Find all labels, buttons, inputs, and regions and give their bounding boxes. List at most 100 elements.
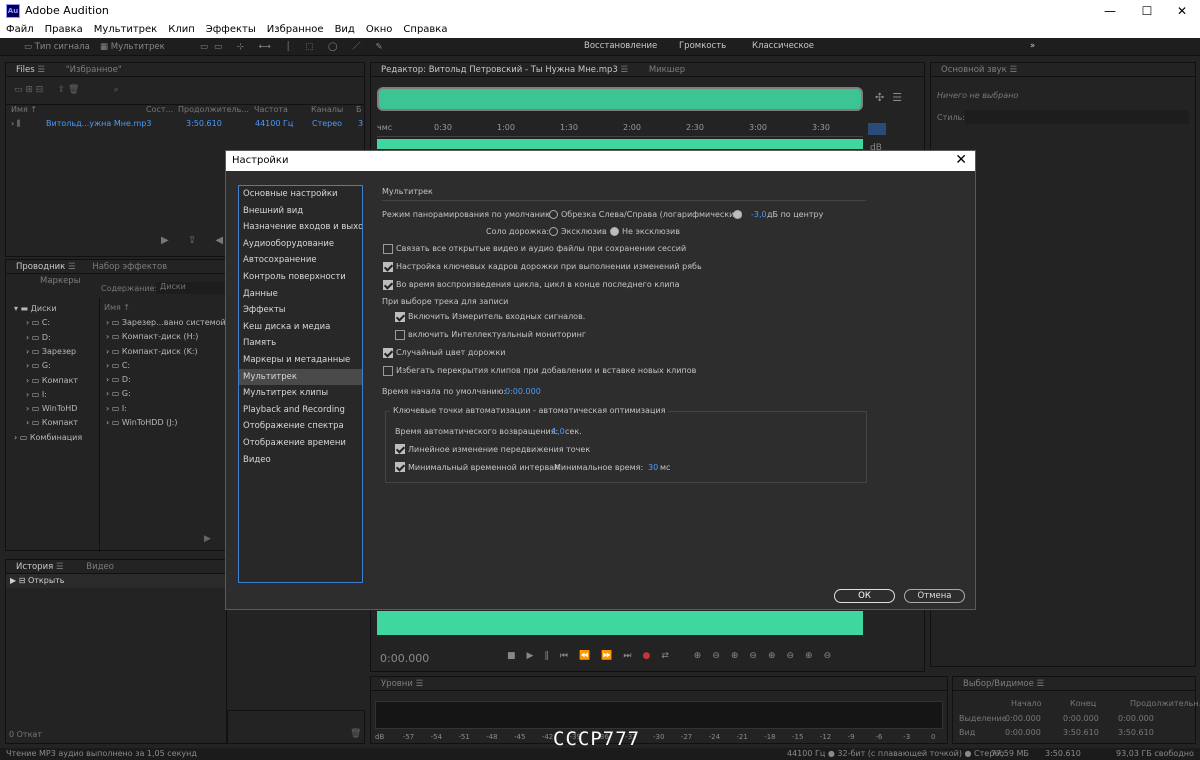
- col-status[interactable]: Сост...: [146, 105, 173, 114]
- menu-item[interactable]: Справка: [397, 22, 452, 38]
- pan-center-radio[interactable]: [733, 210, 742, 219]
- levels-title[interactable]: Уровни: [381, 679, 413, 689]
- list-item[interactable]: › ▭ I:: [102, 402, 228, 416]
- menu-item[interactable]: Клип: [162, 22, 200, 38]
- zoom-icons[interactable]: ✣☰: [875, 91, 910, 104]
- tab-video[interactable]: Видео: [86, 562, 114, 572]
- more-workspaces-icon[interactable]: »: [1030, 41, 1035, 51]
- minimize-button[interactable]: —: [1092, 0, 1128, 22]
- tool-icons[interactable]: ▭▭ ⊹ ⟷ │ ⬚ ◯ ／ ✎: [200, 40, 389, 54]
- workspace-classic[interactable]: Классическое: [752, 41, 814, 51]
- tree-item[interactable]: › ▭ G:: [26, 361, 51, 370]
- linear-edit-checkbox[interactable]: [395, 444, 405, 454]
- start-time-value[interactable]: 0:00.000: [505, 387, 541, 396]
- tree-item[interactable]: › ▭ D:: [26, 333, 51, 342]
- workspace-restoration[interactable]: Восстановление: [584, 41, 657, 51]
- col-duration[interactable]: Продолжитель...: [178, 105, 249, 114]
- category-item[interactable]: Мультитрек: [239, 368, 362, 386]
- input-meter-checkbox[interactable]: [395, 312, 405, 322]
- tab-favorites[interactable]: "Избранное": [66, 65, 122, 75]
- waveform-top[interactable]: [377, 139, 863, 149]
- min-time-value[interactable]: 30: [648, 463, 658, 472]
- category-item[interactable]: Отображение времени: [239, 435, 362, 452]
- tab-mixer[interactable]: Микшер: [649, 65, 685, 75]
- cancel-button[interactable]: Отмена: [904, 589, 965, 603]
- category-item[interactable]: Память: [239, 335, 362, 352]
- category-item[interactable]: Внешний вид: [239, 203, 362, 220]
- view-start[interactable]: 0:00.000: [1005, 728, 1041, 737]
- return-time-value[interactable]: 1,0: [552, 427, 565, 436]
- dialog-close-icon[interactable]: ✕: [955, 152, 967, 168]
- col-name[interactable]: Имя ↑: [11, 105, 37, 114]
- category-item[interactable]: Маркеры и метаданные: [239, 352, 362, 369]
- tree-item[interactable]: › ▭ WinToHD: [26, 404, 77, 413]
- tab-explorer[interactable]: Проводник: [16, 262, 65, 272]
- col-bits[interactable]: Б: [356, 105, 362, 114]
- category-item[interactable]: Данные: [239, 286, 362, 303]
- tree-item[interactable]: › ▭ Компакт: [26, 376, 78, 385]
- category-item[interactable]: Эффекты: [239, 302, 362, 319]
- waveform-view-button[interactable]: ▭ Тип сигнала: [24, 40, 90, 54]
- menu-item[interactable]: Файл: [0, 22, 39, 38]
- solo-exclusive-radio[interactable]: [549, 227, 558, 236]
- file-row[interactable]: › ⫼ Витольд...ужна Мне.mp3 3:50.610 4410…: [6, 119, 364, 133]
- min-interval-checkbox[interactable]: [395, 462, 405, 472]
- loop-checkbox[interactable]: [383, 280, 393, 290]
- list-item[interactable]: › ▭ C:: [102, 359, 228, 373]
- essential-title[interactable]: Основной звук: [941, 65, 1007, 75]
- tab-markers[interactable]: Маркеры: [40, 276, 80, 286]
- content-select[interactable]: Диски: [156, 282, 228, 294]
- category-item[interactable]: Кеш диска и медиа: [239, 319, 362, 336]
- style-select[interactable]: [965, 110, 1189, 124]
- workspace-loudness[interactable]: Громкость: [679, 41, 726, 51]
- category-item[interactable]: Назначение входов и выходов: [239, 219, 362, 236]
- delete-icon[interactable]: 🗑: [350, 729, 361, 739]
- menu-item[interactable]: Вид: [329, 22, 360, 38]
- browser-col-name[interactable]: Имя ↑: [104, 303, 130, 312]
- history-item[interactable]: ▶ ⊟ Открыть: [6, 574, 226, 588]
- waveform-bottom[interactable]: [377, 611, 863, 635]
- avoid-overlap-checkbox[interactable]: [383, 366, 393, 376]
- selection-title[interactable]: Выбор/Видимое: [963, 679, 1034, 689]
- tab-history[interactable]: История: [16, 562, 53, 572]
- view-duration[interactable]: 3:50.610: [1118, 728, 1154, 737]
- close-window-button[interactable]: ✕: [1164, 0, 1200, 22]
- list-item[interactable]: › ▭ WinToHDD (J:): [102, 416, 228, 430]
- tree-item[interactable]: › ▭ I:: [26, 390, 47, 399]
- multitrack-view-button[interactable]: ▦ Мультитрек: [100, 40, 165, 54]
- tab-effects-rack[interactable]: Набор эффектов: [92, 262, 167, 272]
- overview-waveform[interactable]: [377, 87, 863, 111]
- list-item[interactable]: › ▭ Зарезер...вано системой: [102, 316, 228, 330]
- menu-item[interactable]: Эффекты: [200, 22, 261, 38]
- menu-item[interactable]: Правка: [39, 22, 88, 38]
- list-item[interactable]: › ▭ G:: [102, 387, 228, 401]
- smart-monitoring-checkbox[interactable]: [395, 330, 405, 340]
- category-item[interactable]: Основные настройки: [239, 186, 362, 203]
- menu-item[interactable]: Окно: [360, 22, 398, 38]
- list-item[interactable]: › ▭ D:: [102, 373, 228, 387]
- menu-item[interactable]: Мультитрек: [88, 22, 163, 38]
- tree-item[interactable]: › ▭ Зарезер: [26, 347, 76, 356]
- tree-item[interactable]: › ▭ Комбинация: [14, 433, 82, 442]
- link-files-checkbox[interactable]: [383, 244, 393, 254]
- tab-editor[interactable]: Редактор: Витольд Петровский - Ты Нужна …: [381, 65, 618, 75]
- maximize-button[interactable]: ☐: [1129, 0, 1165, 22]
- tab-files[interactable]: Files: [16, 65, 35, 75]
- selection-start[interactable]: 0:00.000: [1005, 714, 1041, 723]
- category-item[interactable]: Контроль поверхности: [239, 269, 362, 286]
- tree-item[interactable]: › ▭ C:: [26, 318, 50, 327]
- ok-button[interactable]: ОК: [834, 589, 895, 603]
- col-rate[interactable]: Частота: [254, 105, 288, 114]
- category-item[interactable]: Автосохранение: [239, 252, 362, 269]
- play-icon[interactable]: ▶: [204, 534, 211, 544]
- menu-item[interactable]: Избранное: [261, 22, 329, 38]
- solo-nonexclusive-radio[interactable]: [610, 227, 619, 236]
- category-item[interactable]: Playback and Recording: [239, 402, 362, 419]
- category-item[interactable]: Видео: [239, 452, 362, 469]
- category-item[interactable]: Отображение спектра: [239, 418, 362, 435]
- tree-item[interactable]: › ▭ Компакт: [26, 418, 78, 427]
- selection-end[interactable]: 0:00.000: [1063, 714, 1099, 723]
- list-item[interactable]: › ▭ Компакт-диск (K:): [102, 345, 228, 359]
- category-item[interactable]: Мультитрек клипы: [239, 385, 362, 402]
- category-item[interactable]: Аудиооборудование: [239, 236, 362, 253]
